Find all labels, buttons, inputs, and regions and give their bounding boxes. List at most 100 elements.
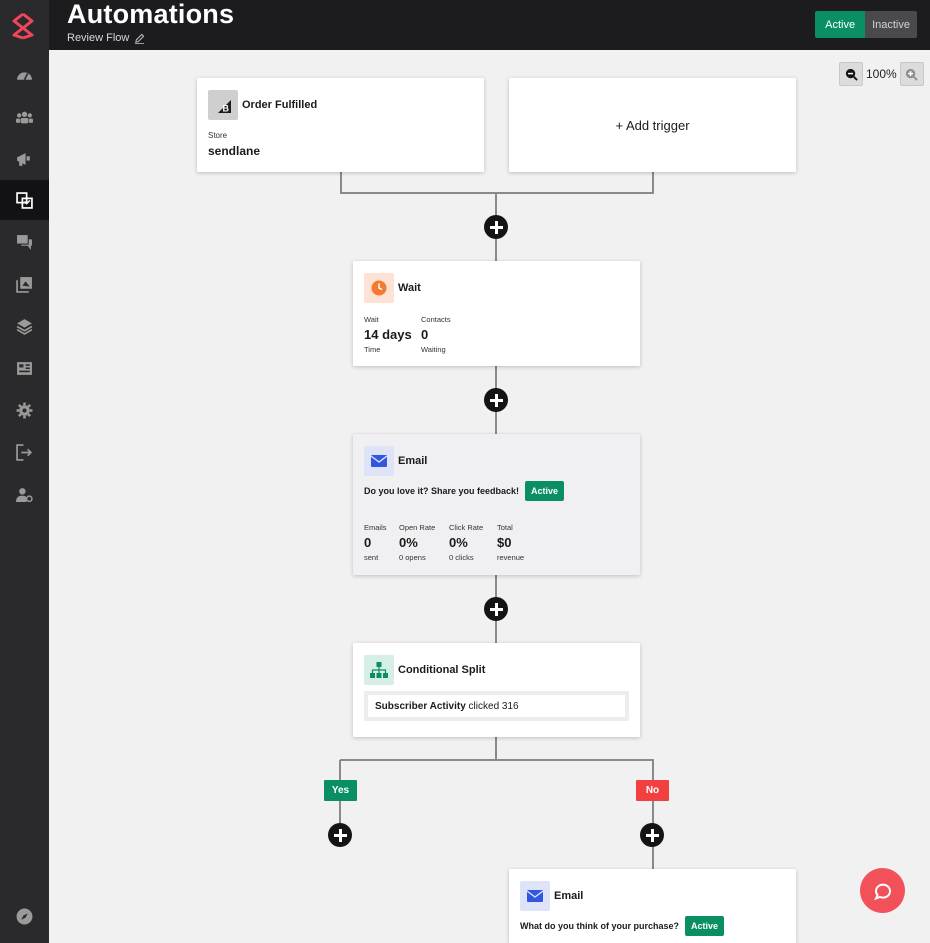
stat-value: 0 xyxy=(364,535,372,550)
stat-sub: 0 clicks xyxy=(449,553,474,562)
wait-card[interactable]: Wait Wait 14 days Time Contacts 0 Waitin… xyxy=(353,261,640,366)
connector-line xyxy=(495,737,497,760)
contacts-label: Contacts xyxy=(421,315,451,324)
split-tree-icon xyxy=(364,655,394,685)
wait-card-header: Wait xyxy=(364,273,421,303)
connector-line xyxy=(652,172,654,193)
sidebar-item-campaigns[interactable] xyxy=(0,139,49,179)
add-step-button[interactable] xyxy=(484,597,508,621)
stat-value: 0% xyxy=(399,535,418,550)
no-branch-label: No xyxy=(636,780,669,801)
stat-label: Emails xyxy=(364,523,387,532)
click-rate-stat: Click Rate 0% 0 clicks xyxy=(449,523,483,562)
sidebar-item-logout[interactable] xyxy=(0,432,49,472)
split-title: Conditional Split xyxy=(398,664,486,676)
add-step-no-button[interactable] xyxy=(640,823,664,847)
sidebar xyxy=(0,0,49,943)
split-card-header: Conditional Split xyxy=(364,655,485,685)
add-step-button[interactable] xyxy=(484,388,508,412)
logout-icon xyxy=(16,443,33,461)
status-badge: Active xyxy=(525,481,565,501)
add-step-button[interactable] xyxy=(484,215,508,239)
sidebar-item-compass[interactable] xyxy=(0,896,49,936)
stat-value: 0% xyxy=(449,535,468,550)
split-condition-box: Subscriber Activity clicked 316 xyxy=(364,691,629,721)
stat-sub: revenue xyxy=(497,553,525,562)
sendlane-logo-icon[interactable] xyxy=(10,12,36,40)
store-value: sendlane xyxy=(208,144,261,158)
chat-bubble-icon xyxy=(873,883,891,900)
integrations-icon xyxy=(16,318,33,335)
campaigns-icon xyxy=(17,152,30,166)
zoom-level: 100% xyxy=(866,67,897,81)
plus-icon xyxy=(489,393,503,407)
reports-icon xyxy=(17,361,32,375)
add-trigger-button[interactable]: + Add trigger xyxy=(509,78,796,172)
contacts-sub: Waiting xyxy=(421,345,446,354)
email-card-header: Email xyxy=(364,446,427,476)
wait-time-sub: Time xyxy=(364,345,381,354)
contacts-icon xyxy=(16,111,33,123)
dashboard-icon xyxy=(17,71,32,80)
pencil-icon[interactable] xyxy=(134,33,145,44)
account-settings-icon xyxy=(16,487,33,502)
wait-time-label: Wait xyxy=(364,315,379,324)
email-subject-row: Do you love it? Share you feedback! Acti… xyxy=(364,481,565,501)
email-card[interactable]: Email What do you think of your purchase… xyxy=(509,869,796,943)
email-card[interactable]: Email Do you love it? Share you feedback… xyxy=(353,434,640,575)
zoom-in-button[interactable] xyxy=(899,62,924,86)
sidebar-item-settings[interactable] xyxy=(0,390,49,430)
zoom-out-icon xyxy=(845,68,858,81)
stat-value: $0 xyxy=(497,535,512,550)
sidebar-item-dashboard[interactable] xyxy=(0,55,49,95)
plus-icon xyxy=(333,828,347,842)
email-title: Email xyxy=(554,890,584,902)
wait-time-stat: Wait 14 days Time xyxy=(364,315,412,354)
trigger-card-order-fulfilled[interactable]: B Order Fulfilled Store sendlane xyxy=(197,78,484,172)
email-title: Email xyxy=(398,455,428,467)
contacts-value: 0 xyxy=(421,327,429,342)
bigcommerce-icon: B xyxy=(208,90,238,120)
chat-support-button[interactable] xyxy=(860,868,905,913)
split-condition: Subscriber Activity clicked 316 xyxy=(368,695,625,717)
stat-label: Click Rate xyxy=(449,523,484,532)
page-header: Automations Review Flow Active Inactive xyxy=(49,0,930,50)
conditional-split-card[interactable]: Conditional Split Subscriber Activity cl… xyxy=(353,643,640,737)
envelope-icon xyxy=(520,881,550,911)
add-trigger-label: + Add trigger xyxy=(615,117,690,133)
condition-value: clicked 316 xyxy=(465,700,519,712)
add-step-yes-button[interactable] xyxy=(328,823,352,847)
svg-text:B: B xyxy=(223,104,230,114)
page-title: Automations xyxy=(67,0,235,29)
settings-icon xyxy=(16,402,33,418)
email-subject: What do you think of your purchase? xyxy=(520,921,680,931)
plus-icon xyxy=(489,602,503,616)
clock-icon xyxy=(364,273,394,303)
email-subject: Do you love it? Share you feedback! xyxy=(364,486,520,496)
status-inactive-button[interactable]: Inactive xyxy=(865,11,917,38)
sidebar-item-forms[interactable] xyxy=(0,264,49,304)
flow-name-label: Review Flow xyxy=(67,32,130,44)
sidebar-item-integrations[interactable] xyxy=(0,306,49,346)
plus-icon xyxy=(645,828,659,842)
wait-title: Wait xyxy=(398,282,421,294)
trigger-card-header: B Order Fulfilled xyxy=(208,90,317,120)
flow-name[interactable]: Review Flow xyxy=(67,32,145,44)
sidebar-item-contacts[interactable] xyxy=(0,97,49,137)
condition-field: Subscriber Activity xyxy=(375,700,466,712)
sidebar-item-conversations[interactable] xyxy=(0,222,49,262)
stat-label: Total xyxy=(497,523,513,532)
open-rate-stat: Open Rate 0% 0 opens xyxy=(399,523,435,562)
stat-sub: 0 opens xyxy=(399,553,426,562)
email-subject-row: What do you think of your purchase? Acti… xyxy=(520,916,725,936)
connector-line xyxy=(652,760,654,870)
sidebar-item-account-settings[interactable] xyxy=(0,474,49,514)
zoom-out-button[interactable] xyxy=(839,62,863,86)
sidebar-item-reports[interactable] xyxy=(0,348,49,388)
sidebar-item-automations[interactable] xyxy=(0,180,49,220)
status-toggle: Active Inactive xyxy=(815,11,917,38)
status-badge: Active xyxy=(685,916,725,936)
total-revenue-stat: Total $0 revenue xyxy=(497,523,524,562)
status-active-button[interactable]: Active xyxy=(815,11,866,38)
connector-line xyxy=(340,172,342,193)
